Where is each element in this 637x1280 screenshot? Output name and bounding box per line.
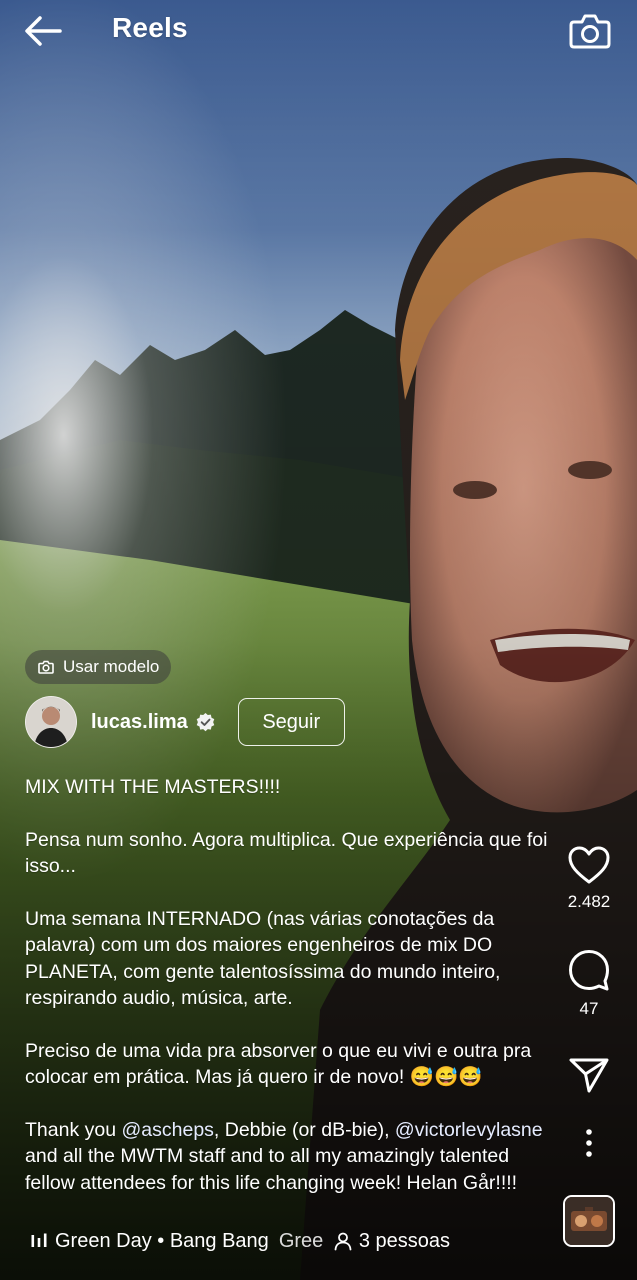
- audio-info-row: Green Day • Bang Bang Green Day • Bang B…: [30, 1226, 450, 1256]
- avatar-image: [26, 697, 76, 747]
- verified-badge-icon: [196, 712, 215, 731]
- album-art: [565, 1197, 613, 1245]
- use-template-button[interactable]: Usar modelo: [25, 650, 172, 684]
- camera-small-icon: [38, 660, 54, 674]
- caption-paragraph: MIX WITH THE MASTERS!!!!: [25, 776, 281, 798]
- more-action[interactable]: [541, 1128, 637, 1158]
- caption[interactable]: MIX WITH THE MASTERS!!!! Pensa num sonho…: [25, 774, 555, 1196]
- reels-screen: Reels Usar modelo lucas.lima Seguir MIX …: [0, 0, 637, 1280]
- mention-link[interactable]: @ascheps: [121, 1119, 213, 1141]
- comment-icon[interactable]: [567, 948, 611, 992]
- caption-text: , Debbie (or dB-bie),: [213, 1118, 395, 1141]
- heart-icon[interactable]: [567, 845, 611, 885]
- like-count: 2.482: [567, 892, 611, 911]
- comment-count: 47: [579, 999, 599, 1018]
- caption-paragraph: Pensa num sonho. Agora multiplica. Que e…: [25, 828, 548, 878]
- comment-action[interactable]: 47: [541, 948, 637, 1019]
- caption-text: Thank you: [25, 1118, 122, 1141]
- back-button[interactable]: [22, 12, 64, 50]
- caption-paragraph: Preciso de uma vida pra absorver o que e…: [25, 1039, 532, 1089]
- mention-link[interactable]: @victorlevylasne: [395, 1119, 543, 1141]
- audio-track-name[interactable]: Green Day • Bang Bang: [55, 1230, 269, 1253]
- share-action[interactable]: [541, 1056, 637, 1094]
- person-icon: [334, 1232, 352, 1251]
- author-username[interactable]: lucas.lima: [91, 711, 188, 734]
- like-action[interactable]: 2.482: [541, 845, 637, 912]
- avatar[interactable]: [25, 696, 77, 748]
- author-row: lucas.lima Seguir: [25, 696, 345, 748]
- action-column: 2.482 47: [541, 0, 637, 1280]
- arrow-left-icon: [25, 16, 62, 46]
- caption-text: and all the MWTM staff and to all my ama…: [25, 1145, 518, 1194]
- more-vertical-icon[interactable]: [584, 1128, 594, 1158]
- page-title: Reels: [112, 12, 188, 43]
- caption-paragraph: Thank you @ascheps, Debbie (or dB-bie), …: [25, 1117, 555, 1197]
- audio-thumbnail[interactable]: [563, 1195, 615, 1247]
- send-icon[interactable]: [568, 1056, 610, 1094]
- caption-paragraph: Uma semana INTERNADO (nas várias conotaç…: [25, 907, 501, 1010]
- equalizer-icon: [31, 1233, 47, 1247]
- tagged-people[interactable]: 3 pessoas: [359, 1230, 450, 1253]
- audio-track-name-marquee[interactable]: Green Day • Bang Bang: [279, 1230, 323, 1253]
- use-template-label: Usar modelo: [63, 657, 160, 676]
- follow-button[interactable]: Seguir: [237, 698, 345, 746]
